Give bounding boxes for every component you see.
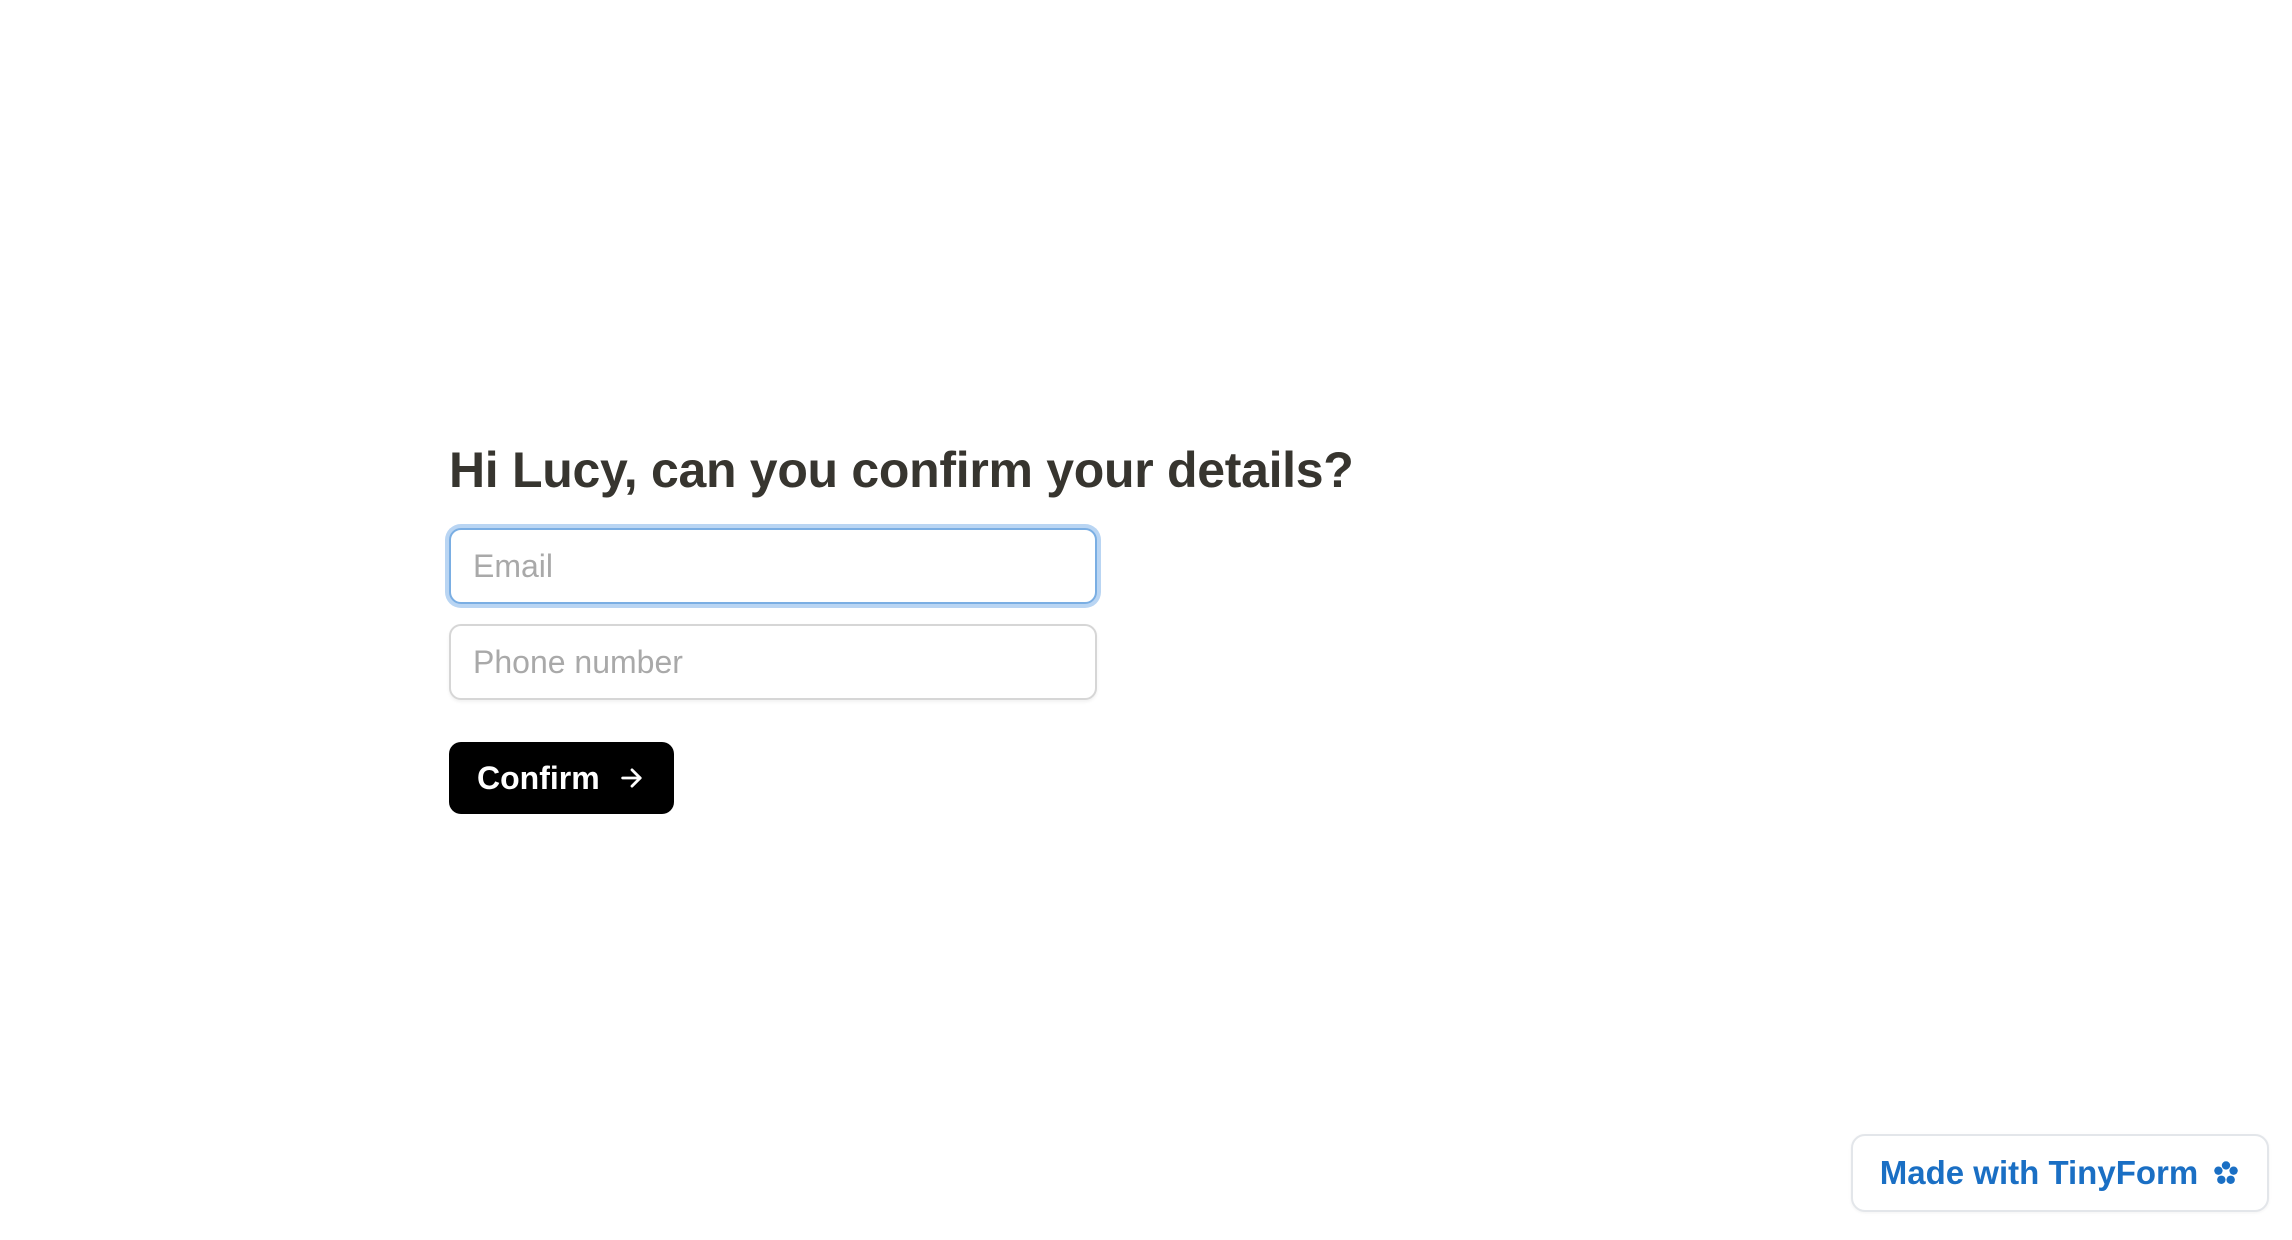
page: Hi Lucy, can you confirm your details? C… bbox=[0, 0, 2292, 1240]
made-with-tinyform-badge[interactable]: Made with TinyForm bbox=[1851, 1134, 2269, 1212]
confirm-button[interactable]: Confirm bbox=[449, 742, 674, 814]
badge-label: Made with TinyForm bbox=[1879, 1154, 2199, 1191]
form-title: Hi Lucy, can you confirm your details? bbox=[449, 442, 1354, 498]
arrow-right-icon bbox=[618, 764, 646, 792]
flower-icon bbox=[2212, 1159, 2240, 1187]
phone-number-field[interactable] bbox=[449, 624, 1097, 700]
confirm-button-label: Confirm bbox=[477, 759, 600, 796]
email-field[interactable] bbox=[449, 528, 1097, 604]
details-form: Hi Lucy, can you confirm your details? C… bbox=[449, 434, 1449, 814]
